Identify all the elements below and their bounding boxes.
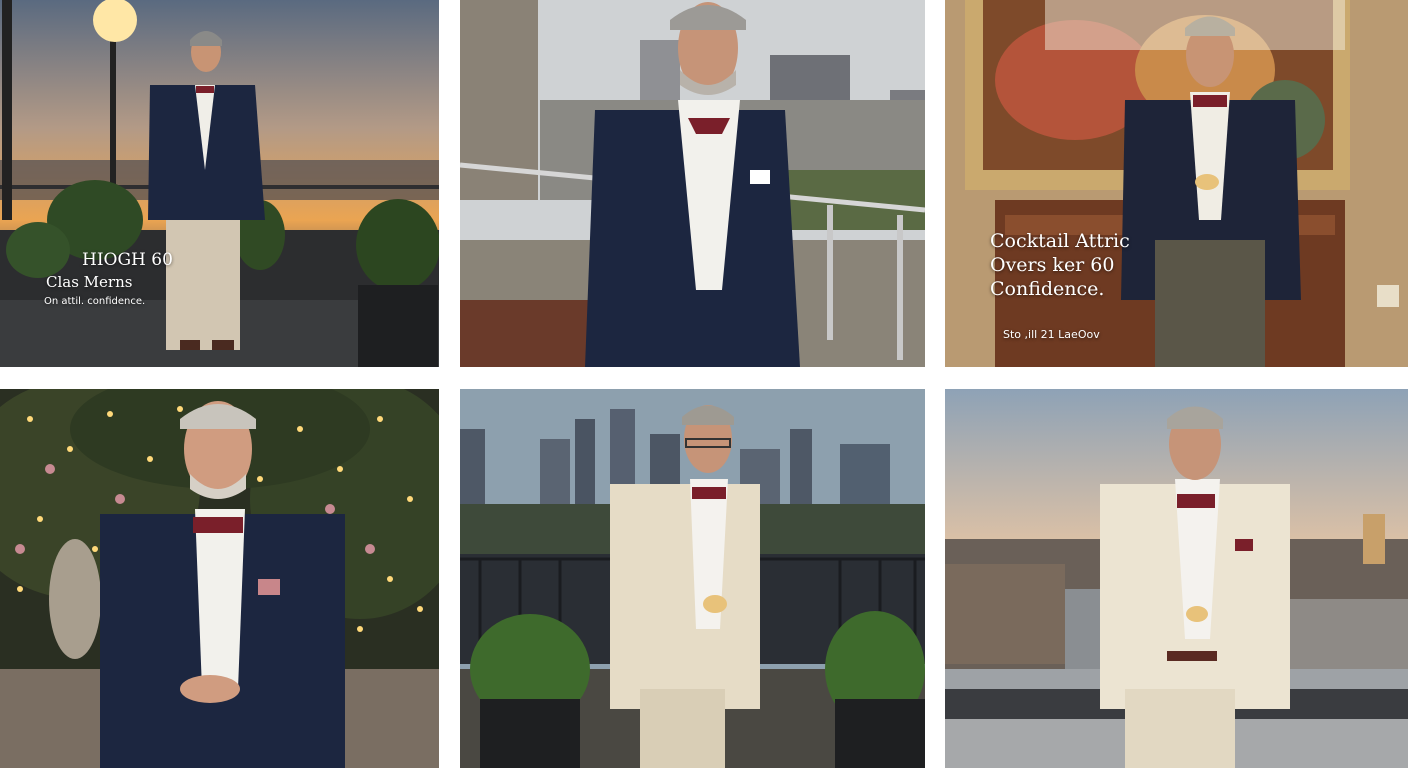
overlay-headline: Cocktail Attric Overs ker 60 Confidence. <box>990 230 1130 300</box>
overlay-subtitle: Clas Merns <box>46 273 133 291</box>
photo-panel-1[interactable]: HIOGH 60 Clas Merns On attil. confidence… <box>0 0 439 367</box>
sunset-rooftop-photo <box>0 0 439 367</box>
overlay-caption: On attil. confidence. <box>44 296 146 307</box>
cream-suit-dusk-photo <box>945 389 1408 768</box>
photo-panel-3[interactable]: Cocktail Attric Overs ker 60 Confidence.… <box>945 0 1408 367</box>
photo-panel-4[interactable] <box>0 389 439 768</box>
overlay-footer: Sto ,ill 21 LaeOov <box>1003 328 1100 341</box>
cocktail-lounge-photo <box>945 0 1408 367</box>
photo-panel-2[interactable] <box>460 0 925 367</box>
garden-lights-photo <box>0 389 439 768</box>
cream-suit-skyline-photo <box>460 389 925 768</box>
photo-grid: HIOGH 60 Clas Merns On attil. confidence… <box>0 0 1408 768</box>
photo-panel-5[interactable] <box>460 389 925 768</box>
overlay-headline: HIOGH 60 <box>82 250 173 270</box>
photo-panel-6[interactable] <box>945 389 1408 768</box>
navy-suit-photo <box>460 0 925 367</box>
